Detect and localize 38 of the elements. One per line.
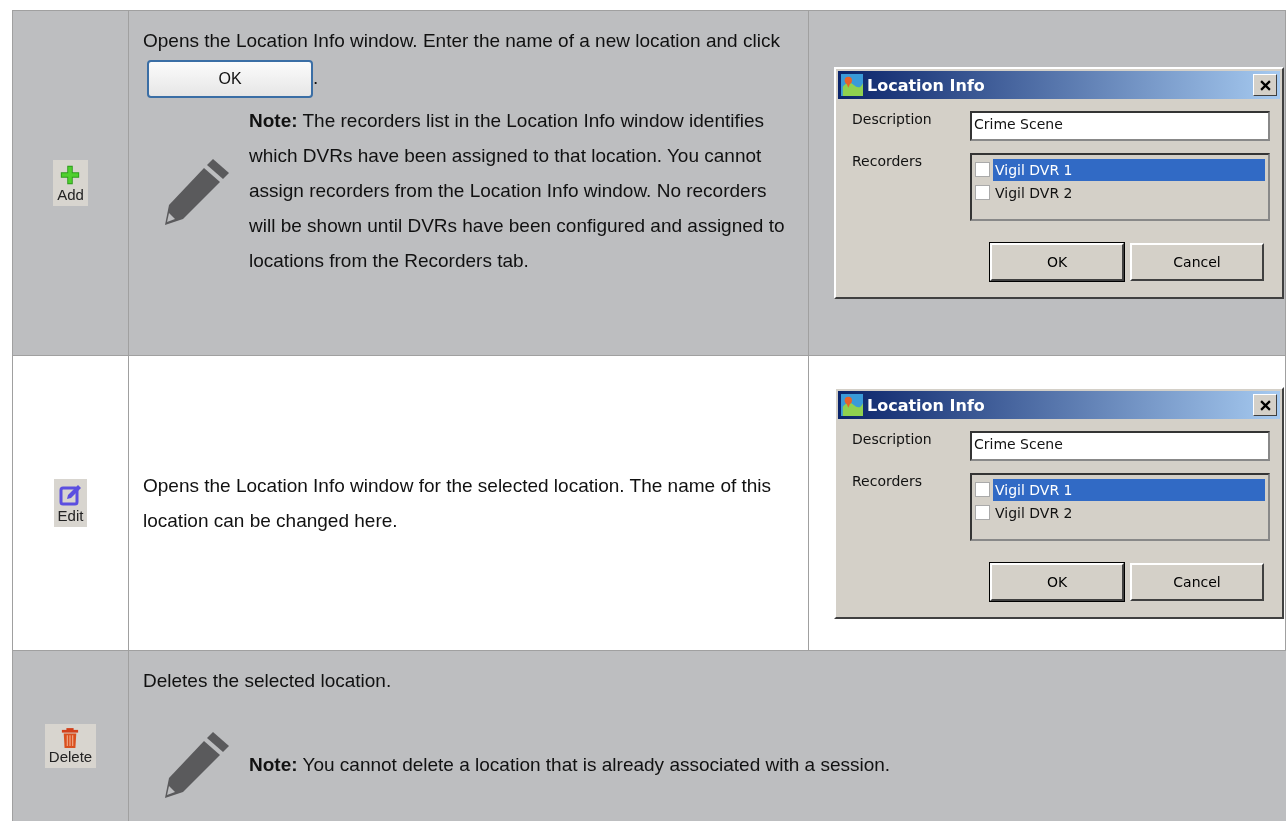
toolbar-button[interactable]: Add xyxy=(53,160,88,206)
description-field[interactable]: Crime Scene xyxy=(970,111,1270,141)
toolbar-button[interactable]: Delete xyxy=(44,723,97,768)
checkbox[interactable] xyxy=(975,185,990,200)
dialog-title: Location Info xyxy=(867,75,985,95)
checkbox[interactable] xyxy=(975,482,990,497)
description-text: Deletes the selected location. xyxy=(143,669,393,693)
close-button[interactable] xyxy=(1253,74,1277,96)
description-text: Opens the Location Info window. Enter the name of a new location and click OK . xyxy=(143,23,794,95)
dialog-title: Location Info xyxy=(867,395,985,415)
description-field[interactable]: Crime Scene xyxy=(970,431,1270,461)
checkbox[interactable] xyxy=(975,505,990,520)
field-label: Description xyxy=(852,431,933,447)
list-item[interactable]: Vigil DVR 1 xyxy=(993,158,1265,181)
note-text: Note: The recorders list in the Location Info window identifies which DVRs have been assigned to that location. You cannot assign recorders from the Location Info window. No recorders will be shown until DVRs have been configured and assigned to locations from the Recorders tab. xyxy=(249,109,786,273)
checkbox[interactable] xyxy=(975,162,990,177)
close-icon xyxy=(1259,399,1271,411)
map-pin-icon xyxy=(841,394,863,416)
list-item[interactable]: Vigil DVR 1 xyxy=(993,478,1265,501)
edit-icon xyxy=(58,483,83,507)
close-icon xyxy=(1259,79,1271,91)
dialog-button[interactable]: Cancel xyxy=(1130,563,1264,601)
ok-button-image: OK xyxy=(147,60,313,98)
toolbar-button[interactable]: Edit xyxy=(53,479,88,527)
field-label: Recorders xyxy=(852,153,924,169)
map-pin-icon xyxy=(841,74,863,96)
description-text: Opens the Location Info window for the selected location. The name of this location can be changed here. xyxy=(143,474,773,533)
list-item[interactable]: Vigil DVR 2 xyxy=(993,181,1265,204)
dialog-button[interactable]: OK xyxy=(990,243,1124,281)
trash-icon xyxy=(61,727,80,748)
close-button[interactable] xyxy=(1253,394,1277,416)
plus-icon xyxy=(59,164,82,186)
note-text: Note: You cannot delete a location that is already associated with a session. xyxy=(249,752,891,777)
list-item[interactable]: Vigil DVR 2 xyxy=(993,501,1265,524)
dialog-button[interactable]: OK xyxy=(990,563,1124,601)
field-label: Recorders xyxy=(852,473,924,489)
field-label: Description xyxy=(852,111,933,127)
dialog-button[interactable]: Cancel xyxy=(1130,243,1264,281)
